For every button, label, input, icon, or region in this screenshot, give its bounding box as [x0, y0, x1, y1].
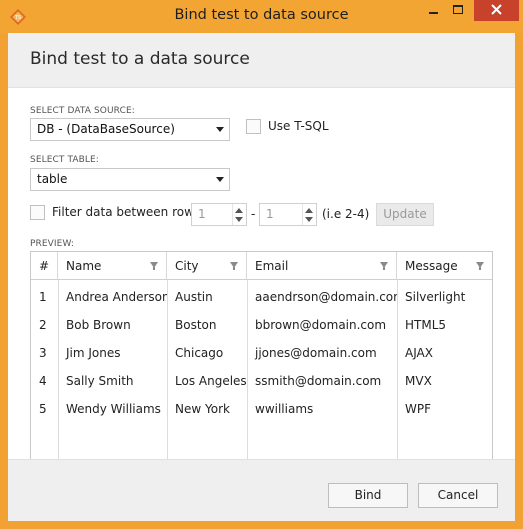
column-header-number[interactable]: # [31, 252, 58, 280]
cell-name: Bob Brown [66, 318, 131, 332]
stepper-down-icon[interactable] [235, 217, 243, 222]
filter-to-stepper[interactable]: 1 [259, 203, 317, 226]
stepper-divider [232, 204, 233, 225]
cell-number: 3 [39, 346, 47, 360]
maximize-icon [453, 5, 463, 14]
filter-icon[interactable] [380, 262, 388, 270]
cell-email: jjones@domain.com [255, 346, 377, 360]
data-source-value: DB - (DataBaseSource) [37, 122, 175, 136]
title-bar[interactable]: TS Bind test to data source [0, 0, 523, 33]
filter-from-stepper[interactable]: 1 [191, 203, 247, 226]
cell-message: MVX [405, 374, 432, 388]
cell-name: Wendy Williams [66, 402, 161, 416]
update-button[interactable]: Update [376, 203, 434, 226]
use-tsql-label[interactable]: Use T-SQL [268, 119, 329, 133]
filter-icon[interactable] [230, 262, 238, 270]
preview-grid[interactable]: # Name City Email Message 1 Andrea Ander… [30, 251, 493, 470]
filter-from-value: 1 [198, 207, 206, 221]
chevron-down-icon [216, 127, 224, 132]
column-header-label: Message [405, 259, 458, 273]
cell-number: 4 [39, 374, 47, 388]
column-header-city[interactable]: City [167, 252, 247, 280]
cell-message: WPF [405, 402, 432, 416]
table-row[interactable]: 3 Jim Jones Chicago jjones@domain.com AJ… [31, 338, 492, 366]
dialog-heading: Bind test to a data source [30, 49, 250, 69]
table-label: SELECT TABLE: [30, 155, 99, 165]
filter-to-value: 1 [266, 207, 274, 221]
minimize-button[interactable] [421, 0, 445, 21]
filter-hint: (i.e 2-4) [322, 207, 370, 221]
column-header-name[interactable]: Name [58, 252, 167, 280]
cancel-button[interactable]: Cancel [418, 483, 498, 508]
column-header-label: # [39, 259, 50, 273]
bind-button[interactable]: Bind [328, 483, 408, 508]
preview-label: PREVIEW: [30, 239, 75, 249]
cell-email: ssmith@domain.com [255, 374, 382, 388]
column-header-label: Email [255, 259, 289, 273]
cell-city: Austin [175, 290, 213, 304]
stepper-down-icon[interactable] [305, 217, 313, 222]
filter-icon[interactable] [150, 262, 158, 270]
column-header-label: Name [66, 259, 102, 273]
stepper-divider [302, 204, 303, 225]
column-header-email[interactable]: Email [247, 252, 397, 280]
dialog-footer: Bind Cancel [8, 459, 515, 521]
grid-header-row: # Name City Email Message [31, 252, 492, 280]
maximize-button[interactable] [445, 0, 470, 21]
cell-message: AJAX [405, 346, 433, 360]
column-header-label: City [175, 259, 199, 273]
stepper-up-icon[interactable] [235, 208, 243, 213]
cell-name: Jim Jones [66, 346, 121, 360]
close-button[interactable] [474, 0, 519, 21]
cell-message: HTML5 [405, 318, 447, 332]
column-header-message[interactable]: Message [397, 252, 492, 280]
filter-icon[interactable] [476, 262, 484, 270]
close-icon [491, 4, 502, 15]
chevron-down-icon [216, 177, 224, 182]
table-value: table [37, 172, 68, 186]
cell-city: New York [175, 402, 230, 416]
cell-number: 5 [39, 402, 47, 416]
data-source-label: SELECT DATA SOURCE: [30, 106, 135, 116]
cell-city: Chicago [175, 346, 224, 360]
use-tsql-checkbox[interactable] [246, 119, 261, 134]
stepper-up-icon[interactable] [305, 208, 313, 213]
cell-number: 2 [39, 318, 47, 332]
table-select[interactable]: table [30, 168, 230, 191]
table-row[interactable]: 1 Andrea Anderson Austin aaendrson@domai… [31, 282, 492, 310]
dialog-header: Bind test to a data source [8, 33, 515, 88]
filter-rows-checkbox[interactable] [30, 205, 45, 220]
cell-city: Boston [175, 318, 217, 332]
table-row[interactable]: 4 Sally Smith Los Angeles ssmith@domain.… [31, 366, 492, 394]
filter-range-dash: - [251, 207, 256, 221]
cell-email: aaendrson@domain.com [255, 290, 397, 304]
dialog-body: Bind test to a data source SELECT DATA S… [8, 33, 515, 521]
data-source-select[interactable]: DB - (DataBaseSource) [30, 118, 230, 141]
table-row[interactable]: 5 Wendy Williams New York wwilliams WPF [31, 394, 492, 422]
cell-email: wwilliams [255, 402, 314, 416]
minimize-icon [429, 12, 438, 14]
filter-rows-label[interactable]: Filter data between rows: [52, 205, 204, 219]
dialog-window: TS Bind test to data source Bind test to… [0, 0, 523, 529]
cell-number: 1 [39, 290, 47, 304]
table-row[interactable]: 2 Bob Brown Boston bbrown@domain.com HTM… [31, 310, 492, 338]
cell-city: Los Angeles [175, 374, 247, 388]
cell-name: Sally Smith [66, 374, 134, 388]
cell-name: Andrea Anderson [66, 290, 167, 304]
cell-message: Silverlight [405, 290, 466, 304]
cell-email: bbrown@domain.com [255, 318, 387, 332]
